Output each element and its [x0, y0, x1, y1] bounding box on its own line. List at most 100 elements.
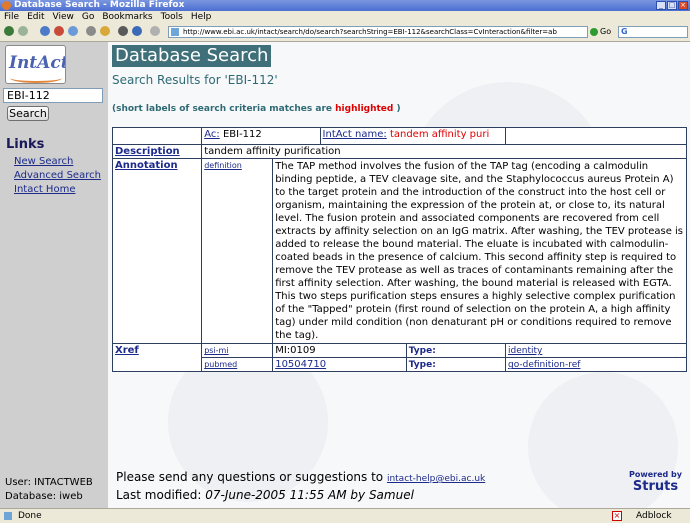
- logo-swoosh: [10, 73, 62, 83]
- ac-cell: Ac: EBI-112: [202, 128, 320, 145]
- menu-bookmarks[interactable]: Bookmarks: [98, 11, 156, 23]
- annotation-row: Annotation definition The TAP method inv…: [113, 159, 686, 344]
- footer: Please send any questions or suggestions…: [116, 469, 485, 503]
- contact-line: Please send any questions or suggestions…: [116, 469, 485, 487]
- go-label: Go: [600, 27, 612, 36]
- print-icon[interactable]: [118, 26, 128, 36]
- advanced-search-link[interactable]: Advanced Search: [14, 170, 101, 181]
- status-icon: [4, 512, 12, 520]
- ac-link[interactable]: Ac:: [204, 129, 220, 140]
- table-header-row: CvInteraction ? Ac: EBI-112 IntAct name:…: [113, 128, 686, 145]
- xref-type-cell: Type:: [406, 358, 505, 372]
- new-search-link[interactable]: New Search: [14, 156, 73, 167]
- note-highlight: highlighted: [335, 104, 394, 114]
- sidebar: IntAct EBI-112 Search Links New Search A…: [0, 42, 108, 508]
- annotation-label-cell: Annotation: [113, 159, 202, 344]
- modified-value: 07-June-2005 11:55 AM by Samuel: [205, 488, 414, 502]
- struts-text: Struts: [632, 479, 679, 494]
- description-value: tandem affinity purification: [202, 145, 686, 159]
- links-heading: Links: [6, 137, 45, 152]
- extension-icon[interactable]: [150, 26, 160, 36]
- powered-by-text: Powered by: [629, 470, 682, 479]
- menu-tools[interactable]: Tools: [157, 11, 187, 23]
- description-label-cell: Description: [113, 145, 202, 159]
- xref-label-cell: Xref: [113, 344, 202, 372]
- main-content: Database Search Search Results for 'EBI-…: [108, 42, 690, 508]
- go-definition-ref-link[interactable]: go-definition-ref: [508, 360, 580, 370]
- status-text: Done: [18, 511, 42, 521]
- window-controls: _ □ ×: [656, 1, 688, 10]
- type-label: Type:: [408, 360, 436, 371]
- navigation-toolbar: http://www.ebi.ac.uk/intact/search/do/se…: [0, 23, 690, 42]
- history-icon[interactable]: [86, 26, 96, 36]
- close-button[interactable]: ×: [678, 1, 688, 10]
- user-line: User: INTACTWEB: [5, 477, 93, 488]
- window-titlebar: Database Search - Mozilla Firefox _ □ ×: [0, 0, 690, 11]
- window-title: Database Search - Mozilla Firefox: [14, 0, 185, 10]
- address-bar[interactable]: http://www.ebi.ac.uk/intact/search/do/se…: [168, 26, 588, 38]
- last-modified-line: Last modified: 07-June-2005 11:55 AM by …: [116, 487, 485, 503]
- xref-link[interactable]: Xref: [115, 345, 139, 356]
- address-url: http://www.ebi.ac.uk/intact/search/do/se…: [183, 28, 557, 36]
- minimize-button[interactable]: _: [656, 1, 666, 10]
- search-button[interactable]: Search: [7, 106, 49, 121]
- menu-file[interactable]: File: [0, 11, 23, 23]
- psi-mi-link[interactable]: psi-mi: [204, 346, 228, 355]
- cvinteraction-label: CvInteraction: [115, 132, 192, 144]
- web-search-box[interactable]: G: [618, 26, 688, 38]
- page-icon: [171, 28, 179, 36]
- type-label: Type:: [408, 346, 436, 357]
- google-icon: G: [621, 27, 628, 36]
- database-line: Database: iweb: [5, 491, 83, 502]
- maximize-button[interactable]: □: [667, 1, 677, 10]
- menu-view[interactable]: View: [49, 11, 78, 23]
- intact-name-link[interactable]: IntAct name:: [323, 129, 387, 140]
- go-button[interactable]: Go: [590, 26, 616, 38]
- search-input[interactable]: EBI-112: [3, 88, 103, 103]
- description-row: Description tandem affinity purification: [113, 145, 686, 159]
- highlight-note: (short labels of search criteria matches…: [112, 104, 401, 114]
- adblock-label[interactable]: Adblock: [636, 509, 672, 523]
- user-info: User: INTACTWEB Database: iweb: [5, 476, 93, 504]
- modified-prefix: Last modified:: [116, 488, 206, 502]
- definition-link[interactable]: definition: [204, 161, 242, 170]
- annotation-text: The TAP method involves the fusion of th…: [273, 159, 686, 344]
- intact-name-value: tandem affinity puri: [389, 129, 490, 140]
- go-arrow-icon: [590, 27, 598, 36]
- pubmed-link[interactable]: pubmed: [204, 360, 237, 369]
- annotation-topic-cell: definition: [202, 159, 273, 344]
- stop-icon[interactable]: [54, 26, 64, 36]
- annotation-link[interactable]: Annotation: [115, 160, 178, 171]
- pubmed-id-link[interactable]: 10504710: [275, 359, 326, 370]
- email-link[interactable]: intact-help@ebi.ac.uk: [387, 474, 485, 484]
- xref-db-cell: pubmed: [202, 358, 273, 372]
- menu-go[interactable]: Go: [78, 11, 98, 23]
- xref-id-cell: MI:0109: [273, 344, 406, 358]
- description-link[interactable]: Description: [115, 146, 180, 157]
- forward-icon[interactable]: [18, 26, 28, 36]
- reload-icon[interactable]: [40, 26, 50, 36]
- intact-logo[interactable]: IntAct: [5, 45, 66, 84]
- status-bar: Done × Adblock: [0, 508, 690, 523]
- logo-text: IntAct: [9, 53, 66, 73]
- menu-edit[interactable]: Edit: [23, 11, 48, 23]
- xref-type-value-cell: identity: [506, 344, 686, 358]
- adblock-icon[interactable]: ×: [612, 511, 622, 521]
- bookmark-icon[interactable]: [100, 26, 110, 36]
- struts-logo[interactable]: Powered by Struts: [629, 470, 682, 494]
- home-icon[interactable]: [68, 26, 78, 36]
- xref-row: Xref psi-mi MI:0109 Type: identity: [113, 344, 686, 372]
- identity-link[interactable]: identity: [508, 346, 542, 356]
- xref-db-cell: psi-mi: [202, 344, 273, 358]
- xref-id-cell: 10504710: [273, 358, 406, 372]
- results-subtitle: Search Results for 'EBI-112': [112, 73, 278, 87]
- back-icon[interactable]: [4, 26, 14, 36]
- cvinteraction-header: CvInteraction ?: [113, 128, 202, 145]
- intact-name-cell: IntAct name: tandem affinity puri: [320, 128, 505, 145]
- xref-type-value-cell: go-definition-ref: [506, 358, 686, 372]
- menu-help[interactable]: Help: [187, 11, 216, 23]
- mail-icon[interactable]: [132, 26, 142, 36]
- help-link[interactable]: ?: [195, 129, 200, 138]
- intact-home-link[interactable]: Intact Home: [14, 184, 75, 195]
- xref-type-cell: Type:: [406, 344, 505, 358]
